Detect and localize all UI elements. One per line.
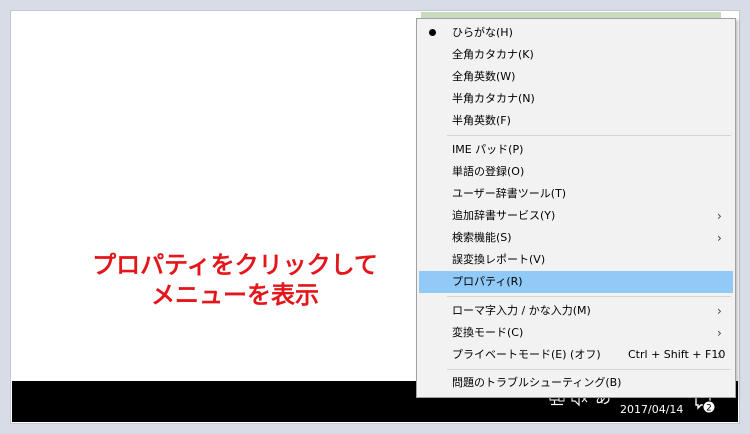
menu-item-properties[interactable]: プロパティ(R) — [419, 271, 733, 293]
menu-item-hankaku-katakana[interactable]: 半角カタカナ(N) — [419, 88, 733, 110]
menu-item-search-function[interactable]: 検索機能(S) › — [419, 227, 733, 249]
submenu-arrow-icon: › — [717, 304, 722, 318]
menu-separator — [447, 135, 731, 136]
submenu-arrow-icon: › — [717, 326, 722, 340]
menu-separator — [447, 296, 731, 297]
menu-item-hankaku-eisu[interactable]: 半角英数(F) — [419, 110, 733, 132]
notification-count: 2 — [706, 404, 712, 414]
submenu-arrow-icon: › — [717, 348, 722, 362]
menu-item-private-mode[interactable]: プライベートモード(E) (オフ) Ctrl + Shift + F10 › — [419, 344, 733, 366]
menu-item-user-dictionary-tool[interactable]: ユーザー辞書ツール(T) — [419, 183, 733, 205]
menu-item-additional-dictionary[interactable]: 追加辞書サービス(Y) › — [419, 205, 733, 227]
private-mode-shortcut: Ctrl + Shift + F10 — [628, 348, 726, 361]
submenu-arrow-icon: › — [717, 209, 722, 223]
menu-item-zenkaku-katakana[interactable]: 全角カタカナ(K) — [419, 44, 733, 66]
menu-item-hiragana[interactable]: ひらがな(H) — [419, 22, 733, 44]
menu-item-word-register[interactable]: 単語の登録(O) — [419, 161, 733, 183]
menu-item-conversion-mode[interactable]: 変換モード(C) › — [419, 322, 733, 344]
annotation-line-2: メニューを表示 — [151, 281, 319, 309]
checked-bullet-icon — [429, 29, 436, 36]
taskbar-date[interactable]: 2017/04/14 — [620, 403, 683, 417]
menu-item-romaji-kana-input[interactable]: ローマ字入力 / かな入力(M) › — [419, 300, 733, 322]
menu-item-zenkaku-eisu[interactable]: 全角英数(W) — [419, 66, 733, 88]
menu-item-conversion-report[interactable]: 誤変換レポート(V) — [419, 249, 733, 271]
ime-context-menu: ひらがな(H) 全角カタカナ(K) 全角英数(W) 半角カタカナ(N) 半角英数… — [416, 18, 736, 398]
menu-item-ime-pad[interactable]: IME パッド(P) — [419, 139, 733, 161]
menu-separator — [447, 369, 731, 370]
menu-item-troubleshooting[interactable]: 問題のトラブルシューティング(B) — [419, 372, 733, 394]
annotation-line-1: プロパティをクリックして — [92, 251, 378, 279]
instruction-annotation: プロパティをクリックして メニューを表示 — [70, 250, 400, 310]
submenu-arrow-icon: › — [717, 231, 722, 245]
